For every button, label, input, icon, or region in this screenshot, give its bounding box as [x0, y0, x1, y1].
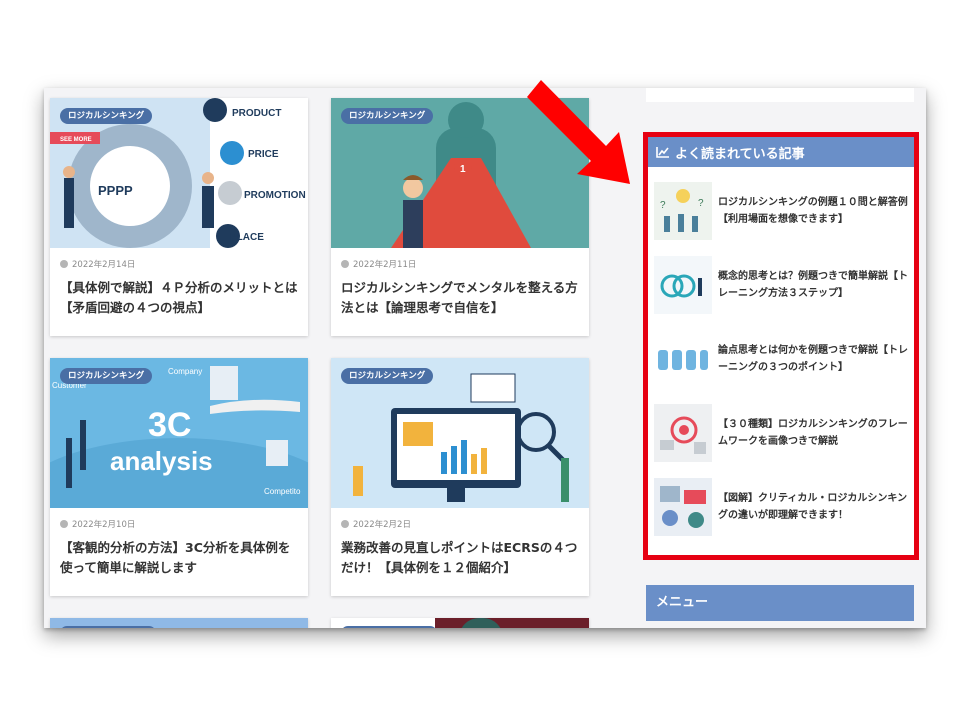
article-card[interactable] — [50, 618, 308, 628]
article-title[interactable]: 【客観的分析の方法】3C分析を具体例を使って簡単に解説します — [60, 538, 298, 578]
popular-post-title[interactable]: 論点思考とは何かを例題つきで解説【トレーニングの３つのポイント】 — [718, 342, 908, 376]
3c-label: 3C — [148, 406, 191, 444]
post-date: 2022年2月10日 — [60, 518, 298, 530]
article-thumbnail[interactable]: 1 ロジカルシンキング — [331, 98, 589, 248]
date-text: 2022年2月10日 — [72, 520, 136, 530]
article-card[interactable] — [331, 618, 589, 628]
article-thumbnail[interactable]: SEE MORE PPPP PRODUCT PRICE PROMOTION PL… — [50, 98, 308, 248]
clock-icon — [60, 260, 68, 268]
framework-illustration — [654, 404, 712, 462]
quiz-illustration: ? ? — [654, 182, 712, 240]
article-thumbnail[interactable]: ロジカルシンキング — [331, 358, 589, 508]
clock-icon — [341, 520, 349, 528]
popular-post-title[interactable]: 【図解】クリティカル・ロジカルシンキングの違いが即理解できます！ — [718, 490, 908, 524]
popular-post-title[interactable]: ロジカルシンキングの例題１０問と解答例【利用場面を想像できます】 — [718, 194, 908, 228]
article-card[interactable]: 3C analysis Customer Company Competito ロ… — [50, 358, 308, 596]
date-text: 2022年2月14日 — [72, 260, 136, 270]
category-badge[interactable]: ロジカルシンキング — [60, 108, 153, 124]
place-label: PLACE — [230, 232, 264, 243]
article-title[interactable]: ロジカルシンキングでメンタルを整える方法とは【論理思考で自信を】 — [341, 278, 579, 318]
svg-text:?: ? — [698, 198, 704, 209]
popular-post-item[interactable]: 論点思考とは何かを例題つきで解説【トレーニングの３つのポイント】 — [654, 329, 908, 389]
post-date: 2022年2月2日 — [341, 518, 579, 530]
company-label: Company — [168, 367, 202, 376]
price-label: PRICE — [248, 149, 279, 160]
popular-post-item[interactable]: 【図解】クリティカル・ロジカルシンキングの違いが即理解できます！ — [654, 477, 908, 537]
article-card[interactable]: ロジカルシンキング 2022年2月2日 業務改善の見直しポイントはECRSの４つ… — [331, 358, 589, 596]
hero-number: 1 — [460, 164, 466, 175]
date-text: 2022年2月2日 — [353, 520, 411, 530]
sidebar-top-box — [646, 88, 914, 102]
competitor-label: Competito — [264, 487, 301, 496]
popular-post-thumbnail[interactable] — [654, 256, 712, 314]
promotion-label: PROMOTION — [244, 190, 306, 201]
product-label: PRODUCT — [232, 108, 281, 119]
popular-posts-title: よく読まれている記事 — [675, 146, 805, 162]
slide-canvas: SEE MORE PPPP PRODUCT PRICE PROMOTION PL… — [0, 0, 960, 720]
date-text: 2022年2月11日 — [353, 260, 417, 270]
concept-illustration — [654, 256, 712, 314]
critical-illustration — [654, 478, 712, 536]
article-card[interactable]: 1 ロジカルシンキング 2022年2月11日 ロジカルシンキングでメンタルを整え… — [331, 98, 589, 336]
see-more-label: SEE MORE — [60, 137, 92, 143]
popular-post-title[interactable]: 概念的思考とは？例題つきで簡単解説【トレーニング方法３ステップ】 — [718, 268, 908, 302]
clock-icon — [341, 260, 349, 268]
analysis-label: analysis — [110, 446, 213, 476]
category-badge[interactable]: ロジカルシンキング — [341, 108, 434, 124]
category-badge[interactable]: ロジカルシンキング — [60, 368, 153, 384]
post-date: 2022年2月14日 — [60, 258, 298, 270]
popular-post-item[interactable]: 【３０種類】ロジカルシンキングのフレームワークを画像つきで解説 — [654, 403, 908, 463]
category-badge[interactable]: ロジカルシンキング — [341, 368, 434, 384]
svg-text:?: ? — [660, 200, 666, 211]
chart-line-icon — [656, 147, 669, 158]
popular-posts-widget: よく読まれている記事 ? ? ロジカルシンキングの例題１０問と解答例【利用場面を… — [643, 132, 919, 560]
popular-post-thumbnail[interactable] — [654, 330, 712, 388]
article-card[interactable]: SEE MORE PPPP PRODUCT PRICE PROMOTION PL… — [50, 98, 308, 336]
pppp-label: PPPP — [98, 183, 133, 198]
popular-post-thumbnail[interactable] — [654, 478, 712, 536]
menu-header: メニュー — [646, 585, 914, 621]
post-date: 2022年2月11日 — [341, 258, 579, 270]
popular-post-item[interactable]: 概念的思考とは？例題つきで簡単解説【トレーニング方法３ステップ】 — [654, 255, 908, 315]
clock-icon — [60, 520, 68, 528]
article-title[interactable]: 【具体例で解説】４Ｐ分析のメリットとは【矛盾回避の４つの視点】 — [60, 278, 298, 318]
popular-post-title[interactable]: 【３０種類】ロジカルシンキングのフレームワークを画像つきで解説 — [718, 416, 908, 450]
popular-post-thumbnail[interactable]: ? ? — [654, 182, 712, 240]
popular-post-item[interactable]: ? ? ロジカルシンキングの例題１０問と解答例【利用場面を想像できます】 — [654, 181, 908, 241]
issue-illustration — [654, 330, 712, 388]
article-title[interactable]: 業務改善の見直しポイントはECRSの４つだけ！【具体例を１２個紹介】 — [341, 538, 579, 578]
article-thumbnail[interactable]: 3C analysis Customer Company Competito ロ… — [50, 358, 308, 508]
popular-posts-header: よく読まれている記事 — [648, 137, 914, 167]
blog-screenshot: SEE MORE PPPP PRODUCT PRICE PROMOTION PL… — [44, 88, 926, 628]
popular-post-thumbnail[interactable] — [654, 404, 712, 462]
